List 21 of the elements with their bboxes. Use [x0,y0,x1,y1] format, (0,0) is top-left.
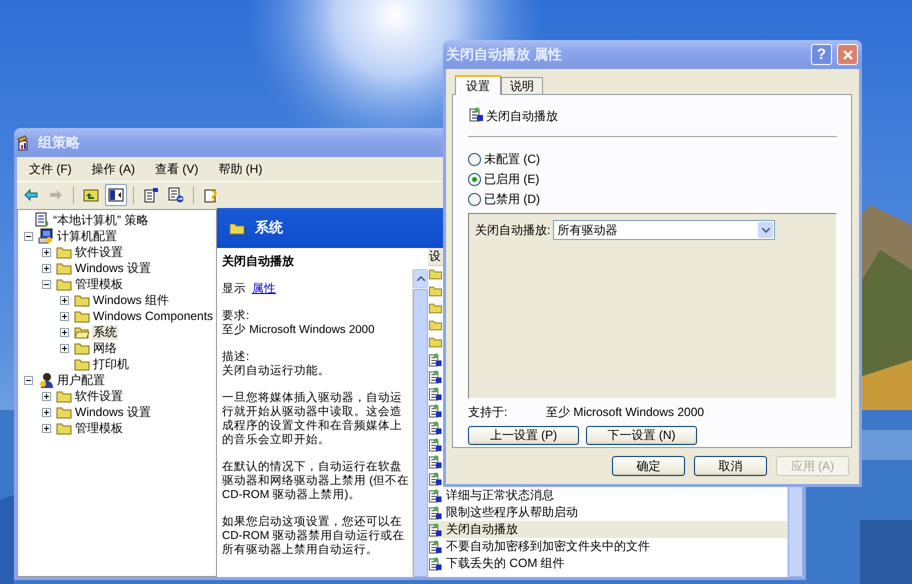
requirements-label: 要求: [222,309,250,323]
supported-label: 支持于: [468,404,508,421]
supported-value: 至少 Microsoft Windows 2000 [546,404,704,421]
setting-name: 关闭自动播放 [486,108,558,125]
row-label: 不要自动加密移到加密文件夹中的文件 [446,538,650,555]
pane-title: 系统 [255,219,283,237]
show-label: 显示 [222,283,246,295]
description-text: 在默认的情况下，自动运行在软盘驱动器和网络驱动器上禁用 (但不在 CD-ROM 驱动器上禁用)。 [222,460,410,502]
row-label: 限制这些程序从帮助启动 [446,504,578,521]
description-text: 一旦您将媒体插入驱动器，自动运行就开始从驱动器中读取。这会造成程序的设置文件和在音频媒体上的音乐会立即开始。 [222,391,403,447]
dialog-title: 关闭自动播放 属性 [446,46,562,64]
row-label: 详细与正常状态消息 [446,487,554,504]
row-label: 关闭自动播放 [446,521,518,538]
requirements-text: 至少 Microsoft Windows 2000 [222,323,376,337]
policy-title: 关闭自动播放 [222,254,295,269]
window-title: 组策略 [38,134,80,152]
description-text: 关闭自动运行功能。 [222,364,331,378]
description-label: 描述: [222,350,250,364]
description-text: 如果您启动这项设置，您还可以在 CD-ROM 驱动器禁用自动运行或在所有驱动器上禁用自动运行。 [222,515,406,557]
option-label: 关闭自动播放: [475,222,550,238]
row-label: 下载丢失的 COM 组件 [446,555,565,572]
